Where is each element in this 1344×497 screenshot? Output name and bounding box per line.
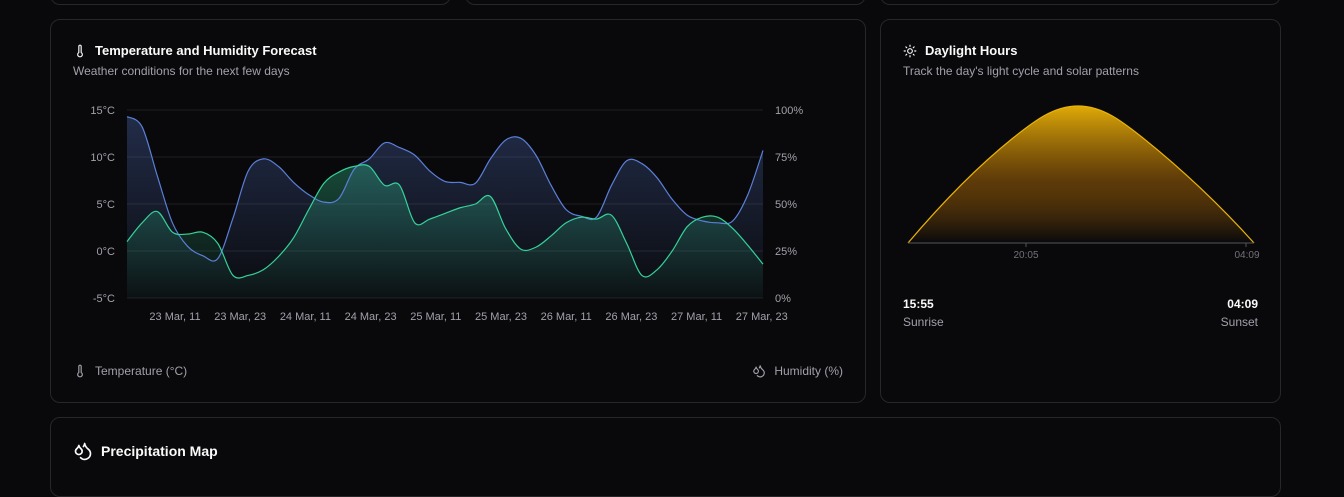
- y-left-tick-label: 10°C: [90, 152, 115, 164]
- droplets-icon: [752, 364, 766, 378]
- daylight-card-description: Track the day's light cycle and solar pa…: [903, 64, 1139, 78]
- y-right-tick-label: 0%: [775, 293, 791, 305]
- daylight-tick-label: 04:09: [1234, 250, 1259, 261]
- sunset-label: Sunset: [1220, 315, 1258, 329]
- daylight-card-title: Daylight Hours: [925, 43, 1018, 58]
- daylight-area: [908, 106, 1254, 243]
- x-tick-label: 26 Mar, 11: [541, 311, 592, 323]
- x-tick-label: 24 Mar, 23: [345, 311, 397, 323]
- y-left-tick-label: 5°C: [97, 199, 116, 211]
- y-left-tick-label: 15°C: [90, 105, 115, 117]
- thermometer-icon: [73, 364, 87, 378]
- x-tick-label: 24 Mar, 11: [280, 311, 331, 323]
- legend-temperature-label: Temperature (°C): [95, 364, 188, 378]
- top-card-right: [465, 0, 866, 5]
- precipitation-card-title: Precipitation Map: [101, 443, 218, 459]
- temperature-humidity-card: Temperature and Humidity Forecast Weathe…: [50, 19, 866, 403]
- legend-humidity-label: Humidity (%): [774, 364, 843, 378]
- temperature-card-title: Temperature and Humidity Forecast: [95, 43, 317, 58]
- sunrise-time: 15:55: [903, 297, 934, 311]
- y-right-tick-label: 75%: [775, 152, 797, 164]
- sunrise-label: Sunrise: [903, 315, 944, 329]
- y-left-tick-label: 0°C: [97, 246, 116, 258]
- y-right-tick-label: 50%: [775, 199, 797, 211]
- sun-icon: [903, 44, 917, 58]
- droplets-icon: [73, 441, 93, 461]
- x-tick-label: 23 Mar, 23: [214, 311, 266, 323]
- y-right-tick-label: 100%: [775, 105, 803, 117]
- legend-temperature: Temperature (°C): [73, 364, 187, 378]
- daylight-arc-chart: 20:05 04:09: [907, 105, 1260, 261]
- y-left-tick-label: -5°C: [93, 293, 115, 305]
- thermometer-icon: [73, 44, 87, 58]
- x-tick-label: 25 Mar, 11: [410, 311, 461, 323]
- legend-humidity: Humidity (%): [752, 364, 843, 378]
- x-tick-label: 27 Mar, 23: [736, 311, 788, 323]
- y-right-tick-label: 25%: [775, 246, 797, 258]
- x-tick-label: 26 Mar, 23: [605, 311, 657, 323]
- temperature-card-title-row: Temperature and Humidity Forecast: [73, 43, 317, 58]
- daylight-tick-label: 20:05: [1013, 250, 1038, 261]
- x-tick-label: 25 Mar, 23: [475, 311, 527, 323]
- temperature-card-description: Weather conditions for the next few days: [73, 64, 290, 78]
- temperature-humidity-chart: 15°C 10°C 5°C 0°C -5°C 100% 75% 50% 25% 0% 23 Ma…: [90, 105, 803, 323]
- daylight-card-title-row: Daylight Hours: [903, 43, 1017, 58]
- precipitation-map-card: Precipitation Map: [50, 417, 1281, 497]
- precipitation-card-title-row: Precipitation Map: [73, 441, 218, 461]
- x-tick-label: 27 Mar, 11: [671, 311, 722, 323]
- top-card-left: [50, 0, 451, 5]
- top-card-far-right: [880, 0, 1281, 5]
- daylight-hours-card: Daylight Hours Track the day's light cyc…: [880, 19, 1281, 403]
- x-tick-label: 23 Mar, 11: [149, 311, 200, 323]
- sunset-time: 04:09: [1227, 297, 1258, 311]
